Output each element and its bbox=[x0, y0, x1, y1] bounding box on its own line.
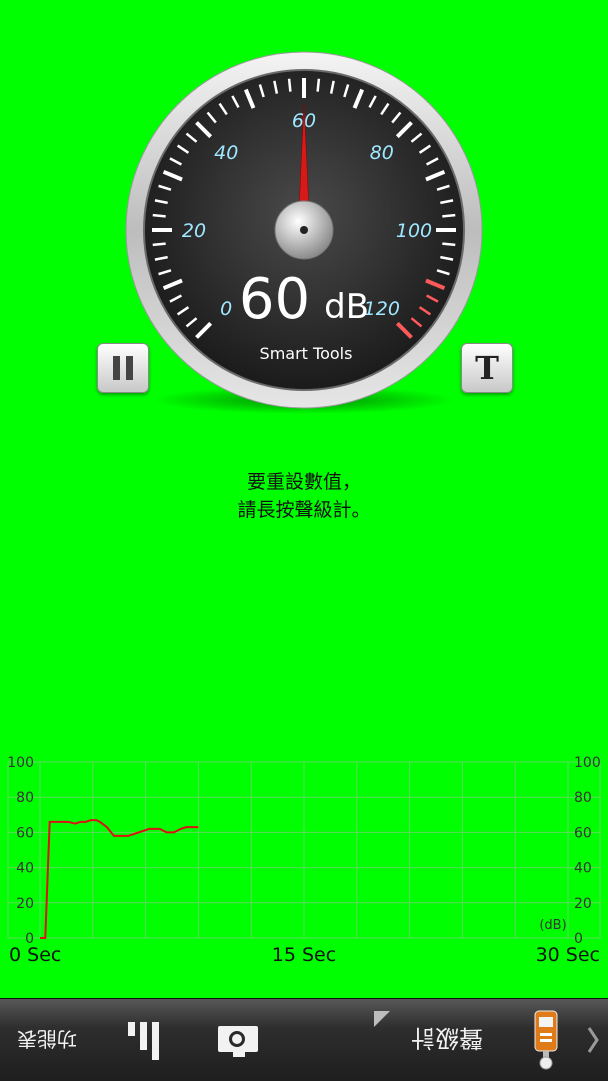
y-tick-label: 60 bbox=[16, 825, 34, 841]
sound-meter-label: 聲級計 bbox=[411, 1023, 483, 1052]
chevron-right-icon bbox=[587, 1027, 599, 1053]
y-tick-labels-right: 020406080100 bbox=[574, 755, 601, 947]
scale-label-20: 20 bbox=[182, 220, 206, 242]
x-label-mid: 15 Sec bbox=[272, 944, 336, 966]
pause-icon bbox=[110, 356, 136, 380]
scale-label-80: 80 bbox=[370, 142, 394, 164]
scale-label-100: 100 bbox=[396, 220, 432, 242]
pause-button[interactable] bbox=[97, 343, 149, 393]
bottom-toolbar: 功能表 聲級計 bbox=[0, 998, 608, 1081]
history-chart: 020406080100 020406080100 (dB) 0 Sec 15 … bbox=[7, 755, 601, 966]
menu-button[interactable]: 功能表 bbox=[4, 999, 90, 1081]
hint-line-2: 請長按聲級計。 bbox=[237, 499, 371, 521]
unit-label: (dB) bbox=[539, 918, 566, 933]
sound-level-gauge[interactable]: 0 20 40 60 80 100 120 60dB Smart Tools bbox=[0, 0, 608, 430]
scale-label-0: 0 bbox=[220, 298, 232, 320]
gauge-tick bbox=[316, 78, 321, 92]
y-tick-label: 40 bbox=[574, 861, 592, 877]
y-tick-label: 100 bbox=[574, 755, 601, 771]
y-tick-label: 80 bbox=[574, 790, 592, 806]
y-tick-labels-left: 020406080100 bbox=[7, 755, 34, 947]
reset-hint: 要重設數值， 請長按聲級計。 bbox=[0, 468, 608, 524]
bar-chart-icon bbox=[128, 1022, 159, 1060]
sound-meter-tool-button[interactable] bbox=[520, 999, 572, 1081]
y-tick-label: 20 bbox=[574, 896, 592, 912]
gauge-dial[interactable]: 0 20 40 60 80 100 120 60dB Smart Tools bbox=[0, 0, 608, 430]
sound-meter-tab[interactable]: 聲級計 bbox=[398, 999, 496, 1081]
gauge-tick bbox=[442, 213, 456, 218]
gauge-tick bbox=[152, 213, 166, 218]
next-arrow[interactable] bbox=[578, 999, 608, 1081]
camera-button[interactable] bbox=[206, 999, 270, 1081]
history-graph: 0 20 40 60 80 100 0 20 40 60 80 100 (dB) 0 Sec 15 … bbox=[0, 755, 608, 970]
corner-marker bbox=[362, 999, 402, 1039]
hint-line-1: 要重設數值， bbox=[246, 471, 361, 493]
gauge-hub-pin bbox=[300, 226, 308, 234]
gauge-brand: Smart Tools bbox=[260, 344, 353, 363]
chart-grid bbox=[7, 761, 601, 939]
menu-label: 功能表 bbox=[17, 1026, 77, 1051]
camera-icon bbox=[218, 1026, 258, 1057]
gauge-tick bbox=[287, 78, 292, 92]
gauge-tick bbox=[152, 242, 166, 247]
y-tick-label: 100 bbox=[7, 755, 34, 771]
corner-triangle-icon bbox=[374, 1011, 390, 1027]
scale-label-40: 40 bbox=[214, 142, 238, 164]
x-label-start: 0 Sec bbox=[9, 944, 61, 966]
y-tick-label: 20 bbox=[16, 896, 34, 912]
text-mode-button[interactable]: T bbox=[461, 343, 513, 393]
y-tick-label: 40 bbox=[16, 861, 34, 877]
gauge-tick bbox=[442, 242, 456, 247]
y-tick-label: 80 bbox=[16, 790, 34, 806]
series-line-db bbox=[40, 819, 199, 939]
y-tick-label: 60 bbox=[574, 825, 592, 841]
text-t-icon: T bbox=[475, 349, 499, 387]
bar-chart-button[interactable] bbox=[112, 999, 176, 1081]
x-label-end: 30 Sec bbox=[536, 944, 600, 966]
sound-meter-device-icon bbox=[534, 1010, 558, 1070]
